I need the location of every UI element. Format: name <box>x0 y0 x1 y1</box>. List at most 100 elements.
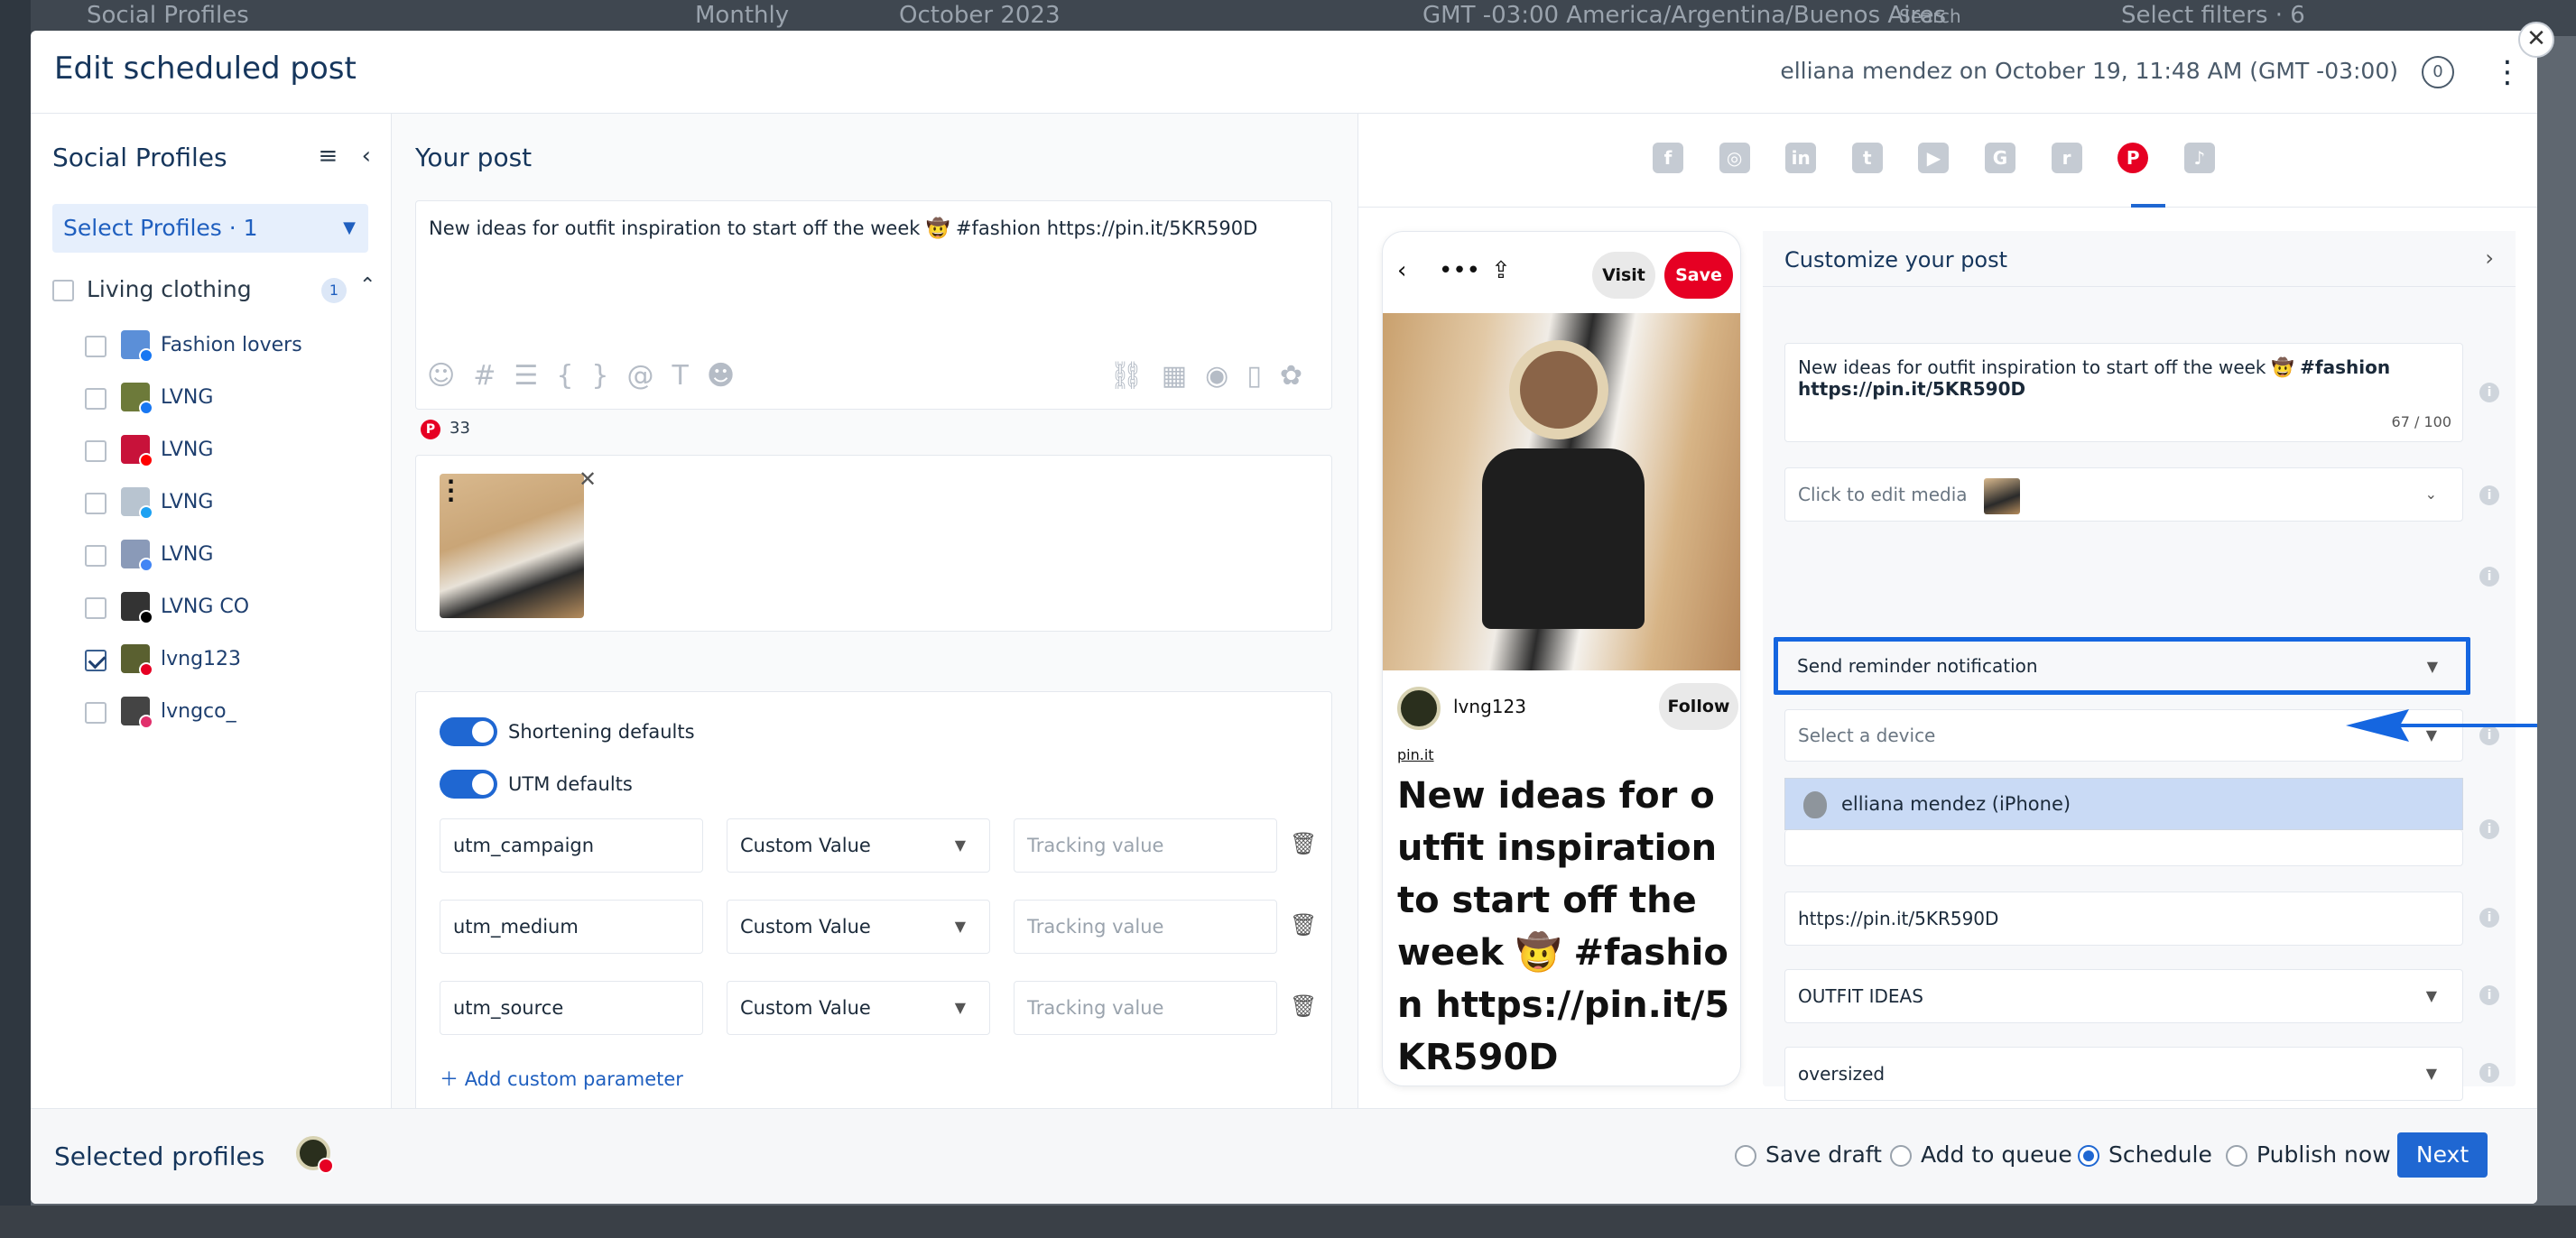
utm-value-type-select[interactable]: Custom Value ▼ <box>727 981 990 1035</box>
pinterest-icon[interactable]: P <box>2117 143 2149 173</box>
device-option[interactable]: elliana mendez (iPhone) <box>1784 778 2463 830</box>
edit-media-field[interactable]: Click to edit media ⌄ <box>1784 467 2463 522</box>
tiktok-icon[interactable]: ♪ <box>2183 143 2215 173</box>
profile-checkbox[interactable] <box>85 597 107 619</box>
utm-value-type-select[interactable]: Custom Value ▼ <box>727 900 990 954</box>
profile-checkbox[interactable] <box>85 493 107 514</box>
pinterest-icon <box>318 1158 334 1174</box>
trash-icon[interactable]: 🗑 <box>1290 912 1317 938</box>
title-field-partial[interactable] <box>1784 830 2463 866</box>
utm-key-input[interactable]: utm_campaign <box>440 818 703 873</box>
youtube-icon[interactable]: ▶ <box>1918 143 1950 173</box>
profile-item[interactable]: Fashion lovers <box>85 327 383 366</box>
chevron-right-icon[interactable]: › <box>2485 245 2494 271</box>
board-select[interactable]: OUTFIT IDEAS ▼ <box>1784 969 2463 1023</box>
utm-key-input[interactable]: utm_source <box>440 981 703 1035</box>
utm-key-input[interactable]: utm_medium <box>440 900 703 954</box>
template-icon[interactable]: ☰ <box>514 360 556 392</box>
post-text-editor[interactable]: New ideas for outfit inspiration to star… <box>415 200 1332 410</box>
publish-option-label[interactable]: Schedule <box>2108 1141 2212 1168</box>
profile-item[interactable]: LVNG <box>85 536 383 576</box>
avatar <box>121 540 153 572</box>
profile-checkbox[interactable] <box>85 650 107 671</box>
pinterest-icon: P <box>421 420 440 439</box>
publish-option-label[interactable]: Add to queue <box>1921 1141 2072 1168</box>
profile-checkbox[interactable] <box>85 440 107 462</box>
utm-toggle[interactable] <box>440 770 497 799</box>
google-icon[interactable]: G <box>1985 143 2015 173</box>
variable-icon[interactable]: {} <box>556 360 626 392</box>
follow-button: Follow <box>1659 683 1738 730</box>
linkedin-icon[interactable]: in <box>1785 143 1817 173</box>
utm-tracking-input[interactable]: Tracking value <box>1014 818 1277 873</box>
chevron-up-icon[interactable]: ⌃ <box>359 274 375 297</box>
next-button[interactable]: Next <box>2397 1132 2488 1178</box>
link-icon[interactable]: ⛓ <box>1109 360 1162 392</box>
info-icon[interactable]: i <box>2479 1063 2499 1083</box>
publish-option-label[interactable]: Publish now <box>2256 1141 2391 1168</box>
twitter-icon[interactable]: t <box>1851 143 1883 173</box>
profile-group[interactable]: Living clothing 1 ⌃ <box>52 274 377 310</box>
reddit-icon[interactable]: r <box>2051 143 2082 173</box>
add-custom-parameter-button[interactable]: ＋ Add custom parameter <box>440 1065 683 1092</box>
profile-item[interactable]: LVNG CO <box>85 588 383 628</box>
shortening-toggle[interactable] <box>440 717 497 746</box>
text-format-icon[interactable]: T <box>672 360 707 392</box>
profile-checkbox[interactable] <box>85 388 107 410</box>
info-icon[interactable]: i <box>2479 567 2499 587</box>
mention-icon[interactable]: @ <box>627 360 672 392</box>
comments-badge[interactable]: 0 <box>2422 56 2454 88</box>
post-text[interactable]: New ideas for outfit inspiration to star… <box>429 217 1257 240</box>
utm-tracking-input[interactable]: Tracking value <box>1014 981 1277 1035</box>
section-select[interactable]: oversized ▼ <box>1784 1047 2463 1101</box>
file-icon[interactable]: ▯ <box>1246 360 1280 392</box>
more-options-icon[interactable]: ⋮ <box>2492 54 2523 90</box>
profile-item[interactable]: lvng123 <box>85 641 383 680</box>
profile-checkbox[interactable] <box>85 545 107 567</box>
info-icon[interactable]: i <box>2479 908 2499 928</box>
instagram-icon[interactable]: ◎ <box>1719 143 1750 173</box>
facebook-icon[interactable]: f <box>1653 143 1683 173</box>
group-count-badge: 1 <box>321 278 347 303</box>
utm-tracking-input[interactable]: Tracking value <box>1014 900 1277 954</box>
remove-media-icon[interactable]: ✕ <box>579 467 597 492</box>
publish-option-label[interactable]: Save draft <box>1765 1141 1882 1168</box>
filter-icon[interactable]: ≡ <box>319 143 338 170</box>
destination-link-field[interactable]: https://pin.it/5KR590D <box>1784 892 2463 946</box>
publish-option-radio[interactable] <box>1735 1145 1756 1167</box>
profile-item[interactable]: lvngco_ <box>85 693 383 733</box>
publish-option-radio[interactable] <box>1890 1145 1912 1167</box>
pin-description-field[interactable]: New ideas for outfit inspiration to star… <box>1784 343 2463 442</box>
info-icon[interactable]: i <box>2479 819 2499 839</box>
ai-assistant-icon[interactable]: ☻ <box>707 360 753 392</box>
info-icon[interactable]: i <box>2479 383 2499 402</box>
camera-icon[interactable]: ◉ <box>1205 360 1246 392</box>
integrations-icon[interactable]: ✿ <box>1280 360 1320 392</box>
profile-item[interactable]: LVNG <box>85 484 383 523</box>
media-library-icon[interactable]: ▦ <box>1162 360 1205 392</box>
emoji-icon[interactable]: ☺ <box>427 360 473 392</box>
select-profiles-dropdown[interactable]: Select Profiles · 1 ▼ <box>52 204 368 253</box>
trash-icon[interactable]: 🗑 <box>1290 993 1317 1019</box>
info-icon[interactable]: i <box>2479 485 2499 505</box>
trash-icon[interactable]: 🗑 <box>1290 831 1317 856</box>
profile-item[interactable]: LVNG <box>85 431 383 471</box>
drag-handle-icon[interactable]: · · · <box>447 471 455 511</box>
info-icon[interactable]: i <box>2479 985 2499 1005</box>
utm-value-type-select[interactable]: Custom Value ▼ <box>727 818 990 873</box>
profile-checkbox[interactable] <box>85 702 107 724</box>
publish-option-radio[interactable] <box>2226 1145 2247 1167</box>
share-icon: ⇪ <box>1491 257 1511 284</box>
media-thumbnail[interactable]: · · · <box>440 471 584 618</box>
collapse-icon[interactable]: ‹ <box>362 143 371 170</box>
avatar <box>121 592 153 624</box>
profile-item[interactable]: LVNG <box>85 379 383 419</box>
board-label: OUTFIT IDEAS <box>1798 985 1923 1007</box>
publish-option-radio[interactable] <box>2078 1145 2099 1167</box>
destination-link: https://pin.it/5KR590D <box>1798 908 1999 929</box>
hashtag-icon[interactable]: # <box>473 360 514 392</box>
profile-checkbox[interactable] <box>85 336 107 357</box>
caret-down-icon: ▼ <box>343 218 356 237</box>
close-icon[interactable]: ✕ <box>2518 22 2554 58</box>
group-checkbox[interactable] <box>52 280 74 301</box>
